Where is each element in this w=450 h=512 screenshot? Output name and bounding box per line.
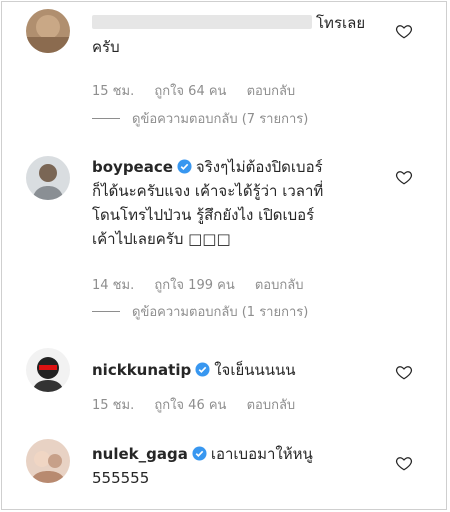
comment-body: boypeace จริงๆไม่ต้องปิดเบอร์ ก็ได้นะครับ…	[92, 155, 392, 251]
comment-meta: 14 ชม. ถูกใจ 199 คน ตอบกลับ	[92, 274, 319, 295]
comment-meta: 15 ชม. ถูกใจ 46 คน ตอบกลับ	[92, 394, 311, 415]
comment-time[interactable]: 14 ชม.	[92, 278, 134, 293]
comment-body: nulek_gaga เอาเบอมาให้หนู 555555	[92, 442, 382, 490]
verified-badge-icon	[177, 159, 192, 174]
avatar[interactable]	[26, 9, 70, 53]
heart-outline-icon[interactable]	[395, 168, 413, 186]
comment-likes[interactable]: ถูกใจ 64 คน	[154, 84, 226, 99]
view-replies-label: ดูข้อความตอบกลับ (1 รายการ)	[132, 305, 309, 320]
divider	[92, 311, 120, 312]
comment-time[interactable]: 15 ชม.	[92, 398, 134, 413]
view-replies-button[interactable]: ดูข้อความตอบกลับ (1 รายการ)	[92, 301, 308, 322]
avatar[interactable]	[26, 156, 70, 200]
comments-panel: โทรเลย ครับ 15 ชม. ถูกใจ 64 คน ตอบกลับ ด…	[1, 1, 447, 510]
comment-likes[interactable]: ถูกใจ 46 คน	[154, 398, 226, 413]
comment-body: โทรเลย ครับ	[92, 11, 382, 59]
comment-body: nickkunatip ใจเย็นนนนน	[92, 358, 382, 382]
redacted-username	[92, 15, 312, 29]
view-replies-button[interactable]: ดูข้อความตอบกลับ (7 รายการ)	[92, 108, 308, 129]
heart-outline-icon[interactable]	[395, 363, 413, 381]
reply-button[interactable]: ตอบกลับ	[247, 84, 296, 99]
comment-meta: 15 ชม. ถูกใจ 64 คน ตอบกลับ	[92, 80, 311, 101]
comment-text: ใจเย็นนนนน	[214, 361, 296, 379]
comment-username[interactable]: boypeace	[92, 158, 173, 176]
divider	[92, 118, 120, 119]
view-replies-label: ดูข้อความตอบกลับ (7 รายการ)	[132, 112, 309, 127]
heart-outline-icon[interactable]	[395, 22, 413, 40]
comment-username[interactable]: nickkunatip	[92, 361, 191, 379]
verified-badge-icon	[192, 446, 207, 461]
heart-outline-icon[interactable]	[395, 454, 413, 472]
verified-badge-icon	[195, 362, 210, 377]
comment-likes[interactable]: ถูกใจ 199 คน	[154, 278, 234, 293]
reply-button[interactable]: ตอบกลับ	[255, 278, 304, 293]
avatar[interactable]	[26, 348, 70, 392]
reply-button[interactable]: ตอบกลับ	[247, 398, 296, 413]
avatar[interactable]	[26, 439, 70, 483]
comment-time[interactable]: 15 ชม.	[92, 84, 134, 99]
comment-username[interactable]: nulek_gaga	[92, 445, 188, 463]
